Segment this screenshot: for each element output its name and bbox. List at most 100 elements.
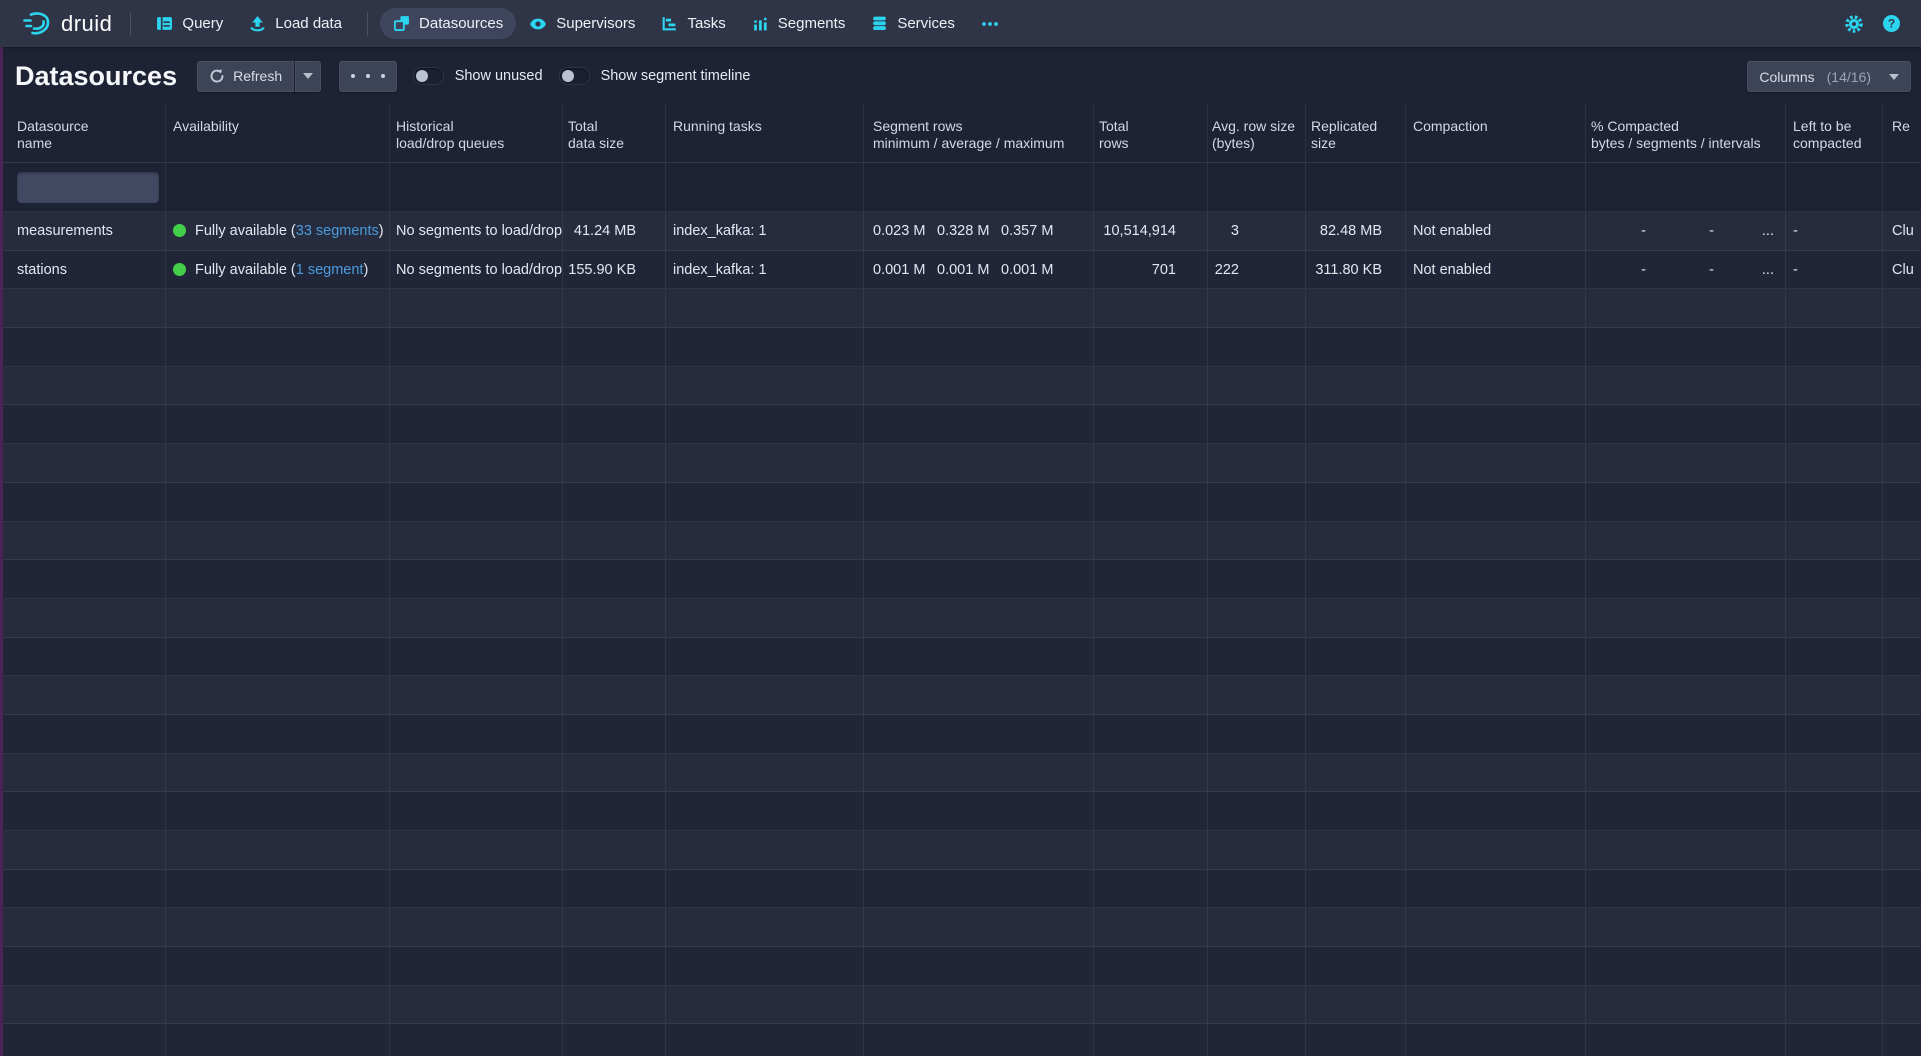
show-unused-toggle[interactable] (414, 68, 443, 84)
segment-rows-cell: 0.001 M0.001 M0.001 M (864, 251, 1094, 289)
column-header-total-data-size[interactable]: Totaldata size (563, 105, 666, 162)
column-header-historical-queues[interactable]: Historicalload/drop queues (390, 105, 563, 162)
column-header-total-rows[interactable]: Totalrows (1094, 105, 1208, 162)
table-row: stations Fully available (1 segment) No … (0, 251, 1921, 290)
compaction-cell: Not enabled (1406, 212, 1586, 250)
datasource-name-cell: stations (0, 251, 166, 289)
empty-table-row (0, 715, 1921, 754)
empty-table-row (0, 444, 1921, 483)
refresh-label: Refresh (233, 68, 282, 84)
datasources-table: Datasourcename Availability Historicallo… (0, 105, 1921, 1056)
empty-table-row (0, 1024, 1921, 1056)
settings-gear-icon[interactable] (1844, 14, 1864, 34)
refresh-dropdown-button[interactable] (294, 61, 321, 92)
columns-count: (14/16) (1827, 69, 1871, 85)
chevron-down-icon (1889, 74, 1899, 80)
column-header-datasource-name[interactable]: Datasourcename (0, 105, 166, 162)
column-header-running-tasks[interactable]: Running tasks (666, 105, 864, 162)
availability-cell: Fully available (33 segments) (166, 212, 390, 250)
load-drop-queues-cell: No segments to load/drop (390, 212, 563, 250)
more-icon (981, 21, 999, 27)
filter-cell (0, 163, 166, 211)
empty-table-row (0, 754, 1921, 793)
percent-compacted-cell: --... (1586, 251, 1786, 289)
total-data-size-cell: 41.24 MB (563, 212, 666, 250)
show-timeline-label: Show segment timeline (601, 68, 751, 84)
status-dot-green (173, 263, 186, 276)
nav-item-datasources[interactable]: Datasources (380, 8, 516, 39)
nav-item-query[interactable]: Query (143, 8, 236, 39)
nav-item-tasks[interactable]: Tasks (648, 8, 738, 39)
show-segment-timeline-toggle[interactable] (560, 68, 589, 84)
segments-link[interactable]: 1 segment (296, 262, 364, 278)
column-header-left-to-be-compacted[interactable]: Left to becompacted (1786, 105, 1883, 162)
table-header-row: Datasourcename Availability Historicallo… (0, 105, 1921, 163)
replicated-size-cell: 311.80 KB (1306, 251, 1406, 289)
nav-item-segments[interactable]: Segments (739, 8, 859, 39)
nav-item-label: Datasources (419, 15, 503, 32)
toggle-knob (416, 70, 428, 82)
avg-row-size-cell: 222 (1208, 251, 1306, 289)
nav-item-label: Services (897, 15, 955, 32)
tasks-icon (661, 15, 678, 32)
column-header-percent-compacted[interactable]: % Compactedbytes / segments / intervals (1586, 105, 1786, 162)
datasource-name-cell: measurements (0, 212, 166, 250)
show-unused-toggle-wrap: Show unused (414, 68, 543, 84)
empty-table-row (0, 986, 1921, 1025)
column-header-compaction[interactable]: Compaction (1406, 105, 1586, 162)
nav-item-supervisors[interactable]: Supervisors (516, 8, 648, 40)
show-unused-label: Show unused (455, 68, 543, 84)
empty-table-row (0, 792, 1921, 831)
druid-logo-icon (22, 9, 52, 39)
total-rows-cell: 10,514,914 (1094, 212, 1208, 250)
retention-cell: Clu (1883, 212, 1921, 250)
columns-picker-button[interactable]: Columns (14/16) (1747, 61, 1911, 92)
page-title: Datasources (15, 61, 177, 92)
brand-name: druid (61, 11, 112, 37)
toggle-knob (562, 70, 574, 82)
nav-item-load-data[interactable]: Load data (236, 8, 355, 39)
column-header-retention[interactable]: Re (1883, 105, 1921, 162)
empty-table-row (0, 831, 1921, 870)
nav-divider (130, 12, 131, 36)
compaction-cell: Not enabled (1406, 251, 1586, 289)
view-header: Datasources Refresh Show unused Show seg… (0, 47, 1921, 105)
column-header-replicated-size[interactable]: Replicatedsize (1306, 105, 1406, 162)
empty-table-row (0, 367, 1921, 406)
column-header-segment-rows[interactable]: Segment rowsminimum / average / maximum (864, 105, 1094, 162)
running-tasks-cell: index_kafka: 1 (666, 251, 864, 289)
nav-item-label: Segments (778, 15, 846, 32)
availability-cell: Fully available (1 segment) (166, 251, 390, 289)
table-row: measurements Fully available (33 segment… (0, 212, 1921, 251)
nav-more-button[interactable] (968, 14, 1012, 34)
query-icon (156, 15, 173, 32)
refresh-button[interactable]: Refresh (197, 61, 294, 92)
chevron-down-icon (303, 73, 313, 79)
empty-table-row (0, 947, 1921, 986)
columns-label: Columns (1759, 69, 1814, 85)
empty-table-row (0, 676, 1921, 715)
empty-table-row (0, 560, 1921, 599)
druid-logo[interactable]: druid (14, 9, 118, 39)
help-icon[interactable]: ? (1882, 14, 1901, 33)
empty-rows-container (0, 289, 1921, 1056)
empty-table-row (0, 638, 1921, 677)
refresh-button-group: Refresh (197, 61, 321, 92)
column-header-availability[interactable]: Availability (166, 105, 390, 162)
load-data-icon (249, 15, 266, 32)
nav-item-label: Load data (275, 15, 342, 32)
empty-table-row (0, 870, 1921, 909)
more-actions-button[interactable] (339, 61, 397, 92)
nav-item-services[interactable]: Services (858, 8, 968, 39)
replicated-size-cell: 82.48 MB (1306, 212, 1406, 250)
table-filter-row (0, 163, 1921, 212)
total-data-size-cell: 155.90 KB (563, 251, 666, 289)
nav-divider (367, 12, 368, 36)
top-nav: druid Query Load data (0, 0, 1921, 47)
segments-link[interactable]: 33 segments (296, 223, 379, 239)
datasource-name-filter-input[interactable] (17, 172, 159, 203)
refresh-icon (209, 68, 225, 84)
percent-compacted-cell: --... (1586, 212, 1786, 250)
column-header-avg-row-size[interactable]: Avg. row size(bytes) (1208, 105, 1306, 162)
empty-table-row (0, 908, 1921, 947)
